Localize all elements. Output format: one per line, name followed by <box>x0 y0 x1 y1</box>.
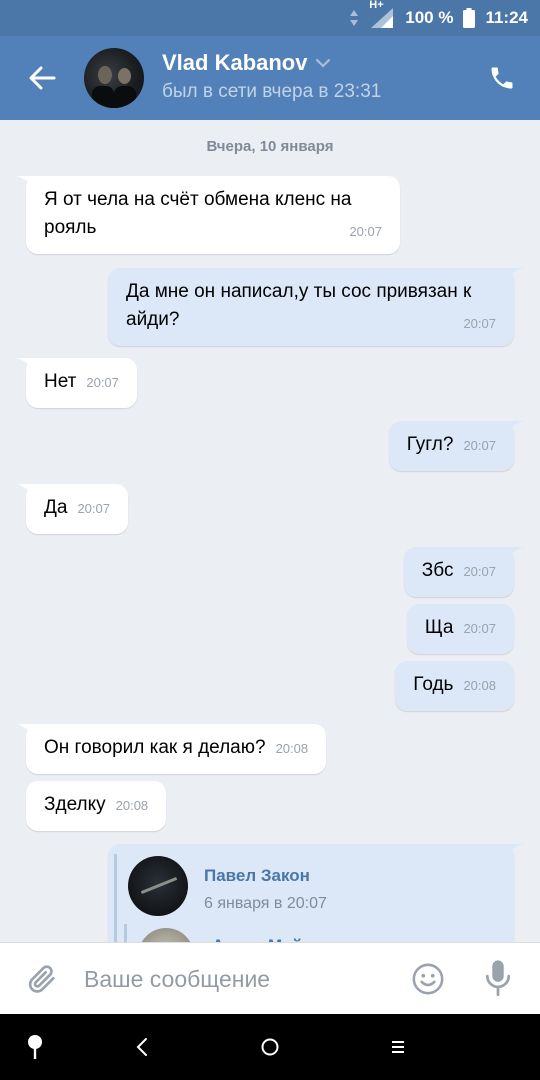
nested-forward-indicator <box>124 924 127 942</box>
paperclip-icon <box>28 965 55 993</box>
menu-icon[interactable] <box>383 1032 413 1062</box>
clock: 11:24 <box>485 8 528 27</box>
voice-record-button[interactable] <box>478 957 518 1001</box>
message-time: 20:08 <box>275 741 309 756</box>
contact-name[interactable]: Vlad Kabanov <box>162 50 331 76</box>
battery-icon <box>463 8 476 28</box>
back-icon[interactable] <box>127 1032 157 1062</box>
chat-header: Vlad Kabanov был в сети вчера в 23:31 <box>0 36 540 120</box>
nested-author-avatar[interactable] <box>138 928 194 942</box>
message-incoming[interactable]: Зделку 20:08 <box>26 781 167 831</box>
message-text: Ща <box>424 617 454 638</box>
message-text: Он говорил как я делаю? <box>44 737 266 758</box>
signal-icon: H+ <box>369 0 395 29</box>
message-time: 20:07 <box>77 501 110 516</box>
emoji-button[interactable] <box>408 959 448 999</box>
message-text: Збс <box>421 560 454 581</box>
message-composer <box>0 942 540 1014</box>
message-time: 20:08 <box>115 798 149 813</box>
data-transfer-icon <box>349 9 359 27</box>
message-incoming[interactable]: Да 20:07 <box>16 484 128 534</box>
microphone-icon <box>485 960 511 997</box>
contact-name-text: Vlad Kabanov <box>162 50 308 75</box>
message-text: Нет <box>44 371 77 392</box>
message-text: Гугл? <box>406 434 454 455</box>
message-time: 20:08 <box>463 678 496 693</box>
message-time: 20:07 <box>463 621 496 636</box>
battery-percent: 100 % <box>405 8 454 27</box>
home-icon[interactable] <box>255 1032 285 1062</box>
call-button[interactable] <box>482 58 522 98</box>
message-outgoing[interactable]: Годь 20:08 <box>395 661 514 711</box>
message-outgoing[interactable]: Збс 20:07 <box>403 547 524 597</box>
nested-author-name[interactable]: Антон Майоров <box>212 932 344 942</box>
forwarded-message[interactable]: Павел Закон 6 января в 20:07 Антон Майор… <box>108 844 524 942</box>
message-text: Годь <box>413 674 454 695</box>
status-bar: H+ 100 % 11:24 <box>0 0 540 36</box>
forwarded-date: 6 января в 20:07 <box>204 895 327 912</box>
network-type: H+ <box>369 0 384 11</box>
date-separator: Вчера, 10 января <box>206 138 334 155</box>
chevron-down-icon[interactable] <box>315 58 331 68</box>
message-outgoing[interactable]: Гугл? 20:07 <box>388 421 524 471</box>
message-outgoing[interactable]: Да мне он написал,у ты сос привязан к ай… <box>108 268 524 346</box>
message-time: 20:07 <box>349 224 382 239</box>
message-time: 20:07 <box>463 438 496 453</box>
forwarded-author-avatar[interactable] <box>128 856 188 916</box>
forward-indicator <box>114 854 117 942</box>
message-time: 20:07 <box>463 316 496 331</box>
message-outgoing[interactable]: Ща 20:07 <box>406 604 514 654</box>
message-incoming[interactable]: Нет 20:07 <box>16 358 137 408</box>
chat-area[interactable]: Вчера, 10 января Я от чела на счёт обмен… <box>0 120 540 942</box>
back-button[interactable] <box>22 58 62 98</box>
message-incoming[interactable]: Я от чела на счёт обмена кленс на рояль … <box>16 176 400 254</box>
message-time: 20:07 <box>86 375 119 390</box>
system-nav-bar <box>0 1014 540 1080</box>
message-text: Я от чела на счёт обмена кленс на рояль <box>44 189 352 238</box>
message-text: Зделку <box>44 794 106 815</box>
arrow-left-icon <box>29 66 56 90</box>
pin-icon[interactable] <box>20 1032 50 1062</box>
contact-avatar[interactable] <box>84 48 144 108</box>
message-input[interactable] <box>84 961 384 997</box>
smile-icon <box>412 963 444 995</box>
phone-icon <box>491 67 513 89</box>
message-time: 20:07 <box>463 564 496 579</box>
attach-button[interactable] <box>22 959 62 999</box>
forwarded-author-name[interactable]: Павел Закон <box>204 862 310 890</box>
last-seen-status: был в сети вчера в 23:31 <box>162 81 382 102</box>
message-text: Да мне он написал,у ты сос привязан к ай… <box>126 281 472 330</box>
message-text: Да <box>44 497 68 518</box>
message-incoming[interactable]: Он говорил как я делаю? 20:08 <box>16 724 327 774</box>
